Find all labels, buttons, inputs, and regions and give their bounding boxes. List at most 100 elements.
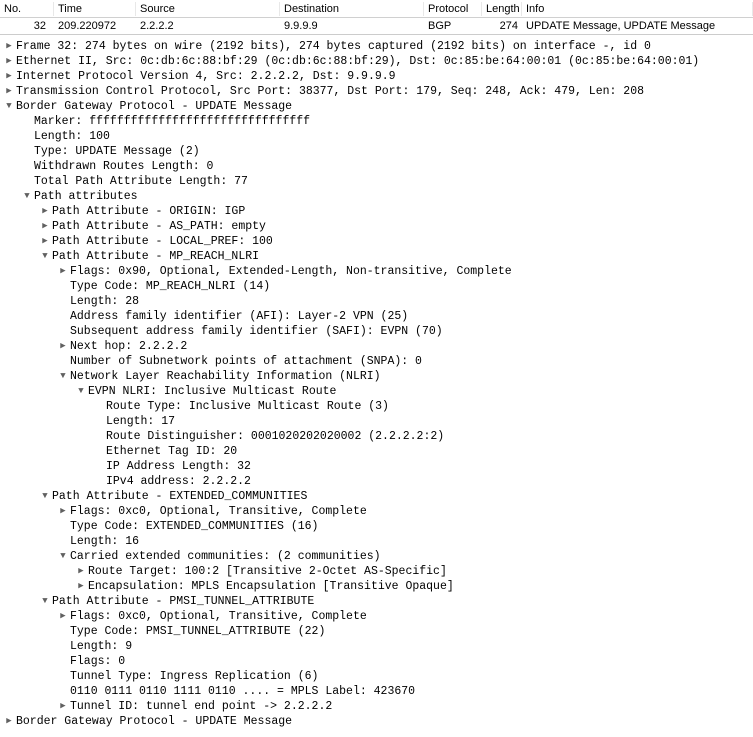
col-header-length[interactable]: Length: [482, 2, 522, 16]
expand-closed-icon[interactable]: ▶: [58, 699, 68, 714]
expand-open-icon[interactable]: ▼: [58, 549, 68, 564]
tree-row[interactable]: ▶Subsequent address family identifier (S…: [0, 324, 753, 339]
tree-row[interactable]: ▶Type: UPDATE Message (2): [0, 144, 753, 159]
tree-row-label: Path attributes: [34, 189, 138, 204]
tree-row[interactable]: ▶Marker: fffffffffffffffffffffffffffffff…: [0, 114, 753, 129]
tree-row[interactable]: ▼Path attributes: [0, 189, 753, 204]
tree-row-label: Address family identifier (AFI): Layer-2…: [70, 309, 408, 324]
tree-row[interactable]: ▶Type Code: EXTENDED_COMMUNITIES (16): [0, 519, 753, 534]
tree-row[interactable]: ▶Route Type: Inclusive Multicast Route (…: [0, 399, 753, 414]
col-header-info[interactable]: Info: [522, 2, 753, 16]
tree-row[interactable]: ▶Border Gateway Protocol - UPDATE Messag…: [0, 714, 753, 729]
tree-row[interactable]: ▶Type Code: PMSI_TUNNEL_ATTRIBUTE (22): [0, 624, 753, 639]
tree-row[interactable]: ▶Transmission Control Protocol, Src Port…: [0, 84, 753, 99]
packet-row[interactable]: 32 209.220972 2.2.2.2 9.9.9.9 BGP 274 UP…: [0, 18, 753, 34]
tree-row[interactable]: ▶Route Distinguisher: 0001020202020002 (…: [0, 429, 753, 444]
tree-row[interactable]: ▶Number of Subnetwork points of attachme…: [0, 354, 753, 369]
tree-row[interactable]: ▶Path Attribute - LOCAL_PREF: 100: [0, 234, 753, 249]
expand-open-icon[interactable]: ▼: [40, 489, 50, 504]
tree-row[interactable]: ▶Withdrawn Routes Length: 0: [0, 159, 753, 174]
tree-row[interactable]: ▶Internet Protocol Version 4, Src: 2.2.2…: [0, 69, 753, 84]
tree-row[interactable]: ▶Flags: 0xc0, Optional, Transitive, Comp…: [0, 609, 753, 624]
expand-closed-icon[interactable]: ▶: [58, 609, 68, 624]
tree-row[interactable]: ▶Route Target: 100:2 [Transitive 2-Octet…: [0, 564, 753, 579]
tree-row[interactable]: ▶Type Code: MP_REACH_NLRI (14): [0, 279, 753, 294]
expand-closed-icon[interactable]: ▶: [4, 714, 14, 729]
col-header-protocol[interactable]: Protocol: [424, 2, 482, 16]
tree-row[interactable]: ▶Next hop: 2.2.2.2: [0, 339, 753, 354]
expand-closed-icon[interactable]: ▶: [40, 204, 50, 219]
tree-row[interactable]: ▼Path Attribute - EXTENDED_COMMUNITIES: [0, 489, 753, 504]
expand-closed-icon[interactable]: ▶: [4, 39, 14, 54]
expand-none-icon: ▶: [22, 174, 32, 189]
expand-closed-icon[interactable]: ▶: [4, 69, 14, 84]
tree-row[interactable]: ▶IPv4 address: 2.2.2.2: [0, 474, 753, 489]
expand-open-icon[interactable]: ▼: [40, 249, 50, 264]
tree-row[interactable]: ▶Length: 9: [0, 639, 753, 654]
tree-row[interactable]: ▶Total Path Attribute Length: 77: [0, 174, 753, 189]
expand-none-icon: ▶: [58, 639, 68, 654]
tree-row[interactable]: ▶IP Address Length: 32: [0, 459, 753, 474]
expand-closed-icon[interactable]: ▶: [40, 219, 50, 234]
expand-closed-icon[interactable]: ▶: [58, 264, 68, 279]
tree-row-label: Number of Subnetwork points of attachmen…: [70, 354, 422, 369]
tree-row-label: Flags: 0: [70, 654, 125, 669]
tree-row[interactable]: ▶Encapsulation: MPLS Encapsulation [Tran…: [0, 579, 753, 594]
tree-row[interactable]: ▶Path Attribute - AS_PATH: empty: [0, 219, 753, 234]
tree-row[interactable]: ▼EVPN NLRI: Inclusive Multicast Route: [0, 384, 753, 399]
expand-open-icon[interactable]: ▼: [4, 99, 14, 114]
cell-source: 2.2.2.2: [136, 20, 280, 32]
col-header-source[interactable]: Source: [136, 2, 280, 16]
expand-closed-icon[interactable]: ▶: [4, 84, 14, 99]
tree-row-label: Path Attribute - AS_PATH: empty: [52, 219, 266, 234]
expand-closed-icon[interactable]: ▶: [58, 504, 68, 519]
tree-row[interactable]: ▶Tunnel Type: Ingress Replication (6): [0, 669, 753, 684]
tree-row[interactable]: ▼Network Layer Reachability Information …: [0, 369, 753, 384]
tree-row[interactable]: ▶Flags: 0: [0, 654, 753, 669]
col-header-destination[interactable]: Destination: [280, 2, 424, 16]
expand-none-icon: ▶: [94, 444, 104, 459]
tree-row[interactable]: ▶Length: 17: [0, 414, 753, 429]
tree-row-label: Transmission Control Protocol, Src Port:…: [16, 84, 644, 99]
expand-closed-icon[interactable]: ▶: [40, 234, 50, 249]
cell-protocol: BGP: [424, 20, 482, 32]
cell-info: UPDATE Message, UPDATE Message: [522, 20, 753, 32]
tree-row[interactable]: ▶Ethernet II, Src: 0c:db:6c:88:bf:29 (0c…: [0, 54, 753, 69]
tree-row-label: Next hop: 2.2.2.2: [70, 339, 187, 354]
tree-row[interactable]: ▶Length: 28: [0, 294, 753, 309]
expand-closed-icon[interactable]: ▶: [4, 54, 14, 69]
expand-none-icon: ▶: [22, 129, 32, 144]
expand-closed-icon[interactable]: ▶: [76, 579, 86, 594]
expand-open-icon[interactable]: ▼: [58, 369, 68, 384]
tree-row[interactable]: ▶Flags: 0x90, Optional, Extended-Length,…: [0, 264, 753, 279]
expand-closed-icon[interactable]: ▶: [76, 564, 86, 579]
expand-closed-icon[interactable]: ▶: [58, 339, 68, 354]
tree-row-label: Length: 17: [106, 414, 175, 429]
tree-row-label: Border Gateway Protocol - UPDATE Message: [16, 714, 292, 729]
tree-row-label: Flags: 0xc0, Optional, Transitive, Compl…: [70, 504, 367, 519]
expand-none-icon: ▶: [22, 159, 32, 174]
tree-row[interactable]: ▶Path Attribute - ORIGIN: IGP: [0, 204, 753, 219]
col-header-no[interactable]: No.: [0, 2, 54, 16]
packet-list-header: No. Time Source Destination Protocol Len…: [0, 0, 753, 18]
tree-row[interactable]: ▶Ethernet Tag ID: 20: [0, 444, 753, 459]
tree-row[interactable]: ▶Length: 16: [0, 534, 753, 549]
tree-row[interactable]: ▶Tunnel ID: tunnel end point -> 2.2.2.2: [0, 699, 753, 714]
expand-open-icon[interactable]: ▼: [76, 384, 86, 399]
tree-row-label: IPv4 address: 2.2.2.2: [106, 474, 251, 489]
tree-row[interactable]: ▶Flags: 0xc0, Optional, Transitive, Comp…: [0, 504, 753, 519]
tree-row-label: Type Code: EXTENDED_COMMUNITIES (16): [70, 519, 318, 534]
tree-row[interactable]: ▶0110 0111 0110 1111 0110 .... = MPLS La…: [0, 684, 753, 699]
tree-row-label: Total Path Attribute Length: 77: [34, 174, 248, 189]
tree-row[interactable]: ▼Path Attribute - PMSI_TUNNEL_ATTRIBUTE: [0, 594, 753, 609]
tree-row[interactable]: ▶Frame 32: 274 bytes on wire (2192 bits)…: [0, 39, 753, 54]
tree-row[interactable]: ▼Carried extended communities: (2 commun…: [0, 549, 753, 564]
expand-open-icon[interactable]: ▼: [22, 189, 32, 204]
expand-open-icon[interactable]: ▼: [40, 594, 50, 609]
tree-row[interactable]: ▶Length: 100: [0, 129, 753, 144]
tree-row-label: Ethernet II, Src: 0c:db:6c:88:bf:29 (0c:…: [16, 54, 699, 69]
tree-row[interactable]: ▼Path Attribute - MP_REACH_NLRI: [0, 249, 753, 264]
tree-row[interactable]: ▶Address family identifier (AFI): Layer-…: [0, 309, 753, 324]
col-header-time[interactable]: Time: [54, 2, 136, 16]
tree-row[interactable]: ▼Border Gateway Protocol - UPDATE Messag…: [0, 99, 753, 114]
